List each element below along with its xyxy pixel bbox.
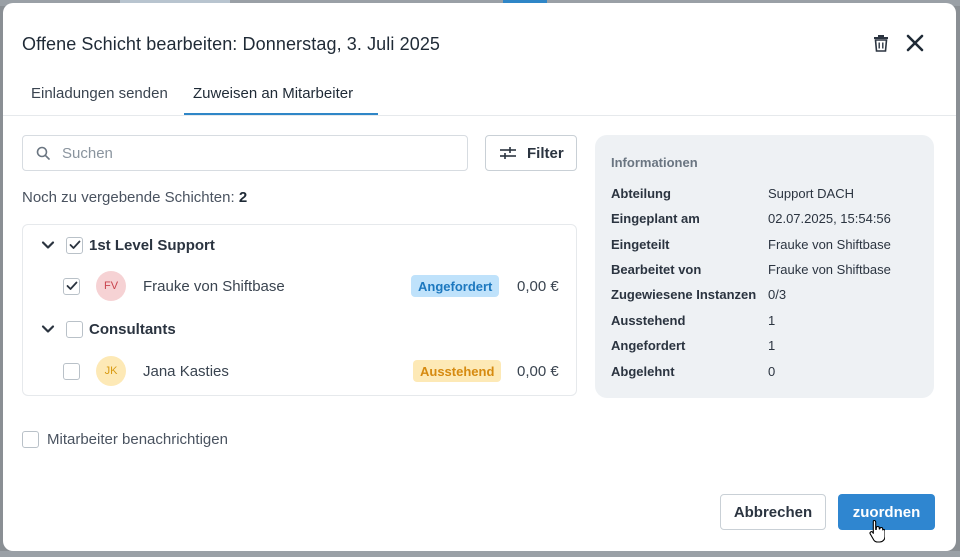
notify-checkbox[interactable] bbox=[22, 431, 39, 448]
search-input[interactable] bbox=[62, 144, 442, 162]
remaining-shifts-count: 2 bbox=[238, 189, 248, 206]
search-icon bbox=[36, 146, 50, 160]
notify-label: Mitarbeiter benachrichtigen bbox=[47, 431, 228, 448]
background-page-bottom bbox=[0, 551, 960, 557]
group-checkbox[interactable] bbox=[66, 320, 83, 338]
info-label: Eingeplant am bbox=[611, 211, 700, 226]
close-button[interactable] bbox=[903, 31, 927, 55]
notify-employees-toggle[interactable]: Mitarbeiter benachrichtigen bbox=[22, 431, 228, 448]
info-label: Abgelehnt bbox=[611, 364, 675, 379]
info-value: 0/3 bbox=[768, 287, 787, 302]
checkmark-icon bbox=[66, 281, 77, 290]
avatar: FV bbox=[96, 271, 126, 301]
info-value: Frauke von Shiftbase bbox=[768, 262, 891, 277]
dialog-title: Offene Schicht bearbeiten: Donnerstag, 3… bbox=[22, 34, 441, 54]
info-value: Support DACH bbox=[768, 186, 854, 201]
info-label: Angefordert bbox=[611, 338, 686, 353]
info-value: Frauke von Shiftbase bbox=[768, 237, 891, 252]
group-row: Consultants bbox=[23, 309, 578, 349]
remaining-shifts-label: Noch zu vergebende Schichten: bbox=[22, 189, 235, 206]
info-value: 02.07.2025, 15:54:56 bbox=[768, 211, 891, 226]
edit-open-shift-dialog: Offene Schicht bearbeiten: Donnerstag, 3… bbox=[3, 3, 956, 551]
info-label: Bearbeitet von bbox=[611, 262, 702, 277]
employee-row[interactable]: JK Jana Kasties Ausstehend 0,00 € bbox=[23, 351, 578, 391]
info-label: Zugewiesene Instanzen bbox=[611, 287, 757, 302]
delete-button[interactable] bbox=[869, 31, 893, 55]
info-label: Ausstehend bbox=[611, 313, 686, 328]
employee-checkbox[interactable] bbox=[63, 362, 80, 380]
chevron-down-icon[interactable] bbox=[41, 238, 55, 252]
trash-icon bbox=[874, 35, 888, 52]
info-title: Informationen bbox=[611, 155, 698, 170]
remaining-shifts: Noch zu vergebende Schichten: 2 bbox=[22, 189, 247, 206]
tab-bar: Einladungen senden Zuweisen an Mitarbeit… bbox=[3, 75, 956, 116]
group-label: 1st Level Support bbox=[89, 236, 215, 254]
info-value: 0 bbox=[768, 364, 776, 379]
info-value: 1 bbox=[768, 338, 776, 353]
chevron-down-icon[interactable] bbox=[41, 322, 55, 336]
group-checkbox[interactable] bbox=[66, 236, 83, 254]
employee-price: 0,00 € bbox=[517, 362, 559, 380]
filter-sliders-icon bbox=[500, 147, 516, 159]
tab-send-invitations[interactable]: Einladungen senden bbox=[31, 85, 168, 102]
cancel-button[interactable]: Abbrechen bbox=[720, 494, 826, 530]
information-panel: Informationen Abteilung Support DACH Ein… bbox=[595, 135, 934, 398]
group-label: Consultants bbox=[89, 320, 176, 338]
employee-name: Frauke von Shiftbase bbox=[143, 277, 285, 295]
employee-name: Jana Kasties bbox=[143, 362, 229, 380]
filter-label: Filter bbox=[527, 144, 564, 162]
tab-assign-employees[interactable]: Zuweisen an Mitarbeiter bbox=[193, 85, 353, 102]
close-icon bbox=[906, 34, 924, 52]
search-box[interactable] bbox=[22, 135, 468, 171]
employee-row[interactable]: FV Frauke von Shiftbase Angefordert 0,00… bbox=[23, 266, 578, 306]
info-label: Eingeteilt bbox=[611, 237, 670, 252]
employee-list: 1st Level Support FV Frauke von Shiftbas… bbox=[22, 224, 577, 396]
active-tab-indicator bbox=[184, 113, 378, 115]
avatar: JK bbox=[96, 356, 126, 386]
assign-button[interactable]: zuordnen bbox=[838, 494, 935, 530]
employee-price: 0,00 € bbox=[517, 277, 559, 295]
info-value: 1 bbox=[768, 313, 776, 328]
status-badge: Ausstehend bbox=[413, 360, 502, 382]
filter-button[interactable]: Filter bbox=[485, 135, 577, 171]
hand-pointer-cursor-icon bbox=[869, 519, 885, 543]
info-label: Abteilung bbox=[611, 186, 671, 201]
group-row: 1st Level Support bbox=[23, 225, 578, 265]
employee-checkbox[interactable] bbox=[63, 277, 80, 295]
checkmark-icon bbox=[69, 240, 80, 249]
status-badge: Angefordert bbox=[411, 275, 500, 297]
